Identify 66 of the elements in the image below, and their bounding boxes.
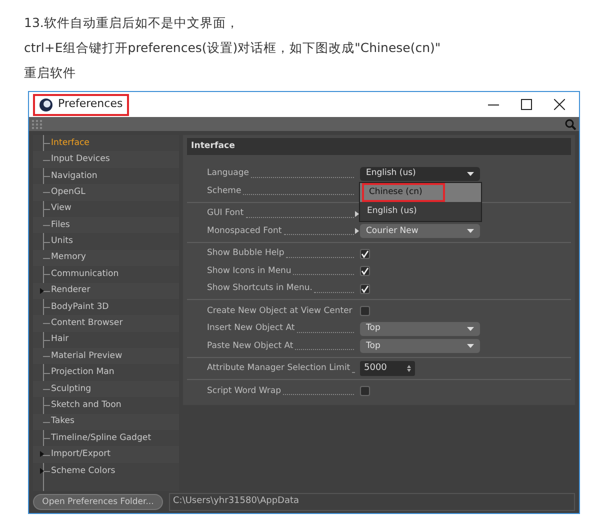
- sidebar-item[interactable]: Import/Export: [33, 446, 179, 463]
- sidebar-item[interactable]: Files: [33, 216, 179, 234]
- spinner-arrows-icon[interactable]: [407, 365, 411, 372]
- caret-icon: [467, 344, 474, 348]
- sidebar-item[interactable]: Units: [33, 233, 179, 250]
- sidebar-item[interactable]: Projection Man: [33, 364, 179, 381]
- sidebar-item[interactable]: Timeline/Spline Gadget: [33, 430, 179, 446]
- dropdown-option[interactable]: Chinese (cn): [360, 182, 481, 202]
- setting-label: Scheme: [207, 184, 242, 198]
- sidebar-item[interactable]: BodyPaint 3D: [33, 298, 179, 316]
- submenu-arrow-icon[interactable]: [355, 210, 359, 217]
- sidebar-item[interactable]: Navigation: [33, 168, 179, 184]
- expand-arrow-icon[interactable]: [40, 451, 44, 458]
- sidebar-item[interactable]: Material Preview: [33, 348, 179, 364]
- path-field: C:\Users\yhr31580\AppData: [169, 493, 575, 511]
- dropdown[interactable]: Courier New: [360, 224, 480, 238]
- setting-label: Show Shortcuts in Menu.: [207, 282, 312, 296]
- setting-label: Paste New Object At: [207, 340, 294, 353]
- open-folder-button[interactable]: Open Preferences Folder...: [33, 494, 163, 510]
- sidebar-item[interactable]: Content Browser: [33, 315, 179, 332]
- setting-label: Monospaced Font: [207, 224, 282, 238]
- dropdown-option[interactable]: English (us): [360, 202, 481, 221]
- sidebar-item[interactable]: Input Devices: [33, 151, 179, 168]
- checkbox[interactable]: [360, 284, 370, 294]
- close-icon[interactable]: [554, 99, 565, 110]
- sidebar-item[interactable]: OpenGL: [33, 184, 179, 201]
- paragraph-text: 重启软件: [24, 64, 77, 82]
- sidebar-item[interactable]: Interface: [33, 135, 179, 152]
- setting-label: Create New Object at View Center: [207, 304, 352, 318]
- number-field[interactable]: 5000: [360, 361, 415, 376]
- app-logo-icon: [39, 98, 53, 112]
- paragraph-text: 13.软件自动重启后如不是中文界面，: [24, 14, 240, 32]
- search-icon[interactable]: [565, 118, 576, 130]
- caret-icon: [467, 326, 474, 331]
- sidebar-item[interactable]: Memory: [33, 250, 179, 266]
- caret-icon: [467, 229, 474, 234]
- sidebar-item[interactable]: Renderer: [33, 282, 179, 299]
- section-header: Interface: [187, 138, 571, 155]
- setting-label: Show Bubble Help: [207, 247, 284, 260]
- paragraph-text: ctrl+E组合键打开preferences(设置)对话框，如下图改成"Chinese(cn)": [24, 39, 442, 57]
- expand-arrow-icon[interactable]: [40, 288, 44, 294]
- setting-label: Show Icons in Menu: [207, 264, 292, 278]
- setting-label: Attribute Manager Selection Limit: [207, 362, 350, 376]
- sidebar-item[interactable]: Scheme Colors: [33, 462, 179, 480]
- maximize-icon[interactable]: [521, 99, 532, 110]
- setting-label: Language: [207, 167, 249, 180]
- setting-label: Insert New Object At: [207, 322, 295, 336]
- dropdown[interactable]: Top: [360, 339, 480, 354]
- checkbox[interactable]: [360, 386, 370, 396]
- setting-label: Script Word Wrap: [207, 384, 282, 398]
- sidebar-item[interactable]: Hair: [33, 332, 179, 348]
- checkbox[interactable]: [360, 306, 370, 316]
- checkbox[interactable]: [360, 248, 370, 259]
- sidebar-item[interactable]: View: [33, 200, 179, 217]
- dropdown[interactable]: Top: [360, 322, 480, 336]
- sidebar-item[interactable]: Communication: [33, 266, 179, 283]
- sidebar-item[interactable]: Takes: [33, 414, 179, 430]
- caret-icon: [467, 172, 474, 176]
- checkbox[interactable]: [360, 266, 370, 276]
- window-title: Preferences: [58, 96, 123, 112]
- setting-label: GUI Font: [207, 207, 244, 220]
- grip-icon[interactable]: [32, 120, 42, 128]
- expand-arrow-icon[interactable]: [40, 468, 44, 474]
- sidebar-item[interactable]: Sketch and Toon: [33, 397, 179, 414]
- sidebar-item[interactable]: Sculpting: [33, 380, 179, 398]
- submenu-arrow-icon[interactable]: [355, 228, 359, 234]
